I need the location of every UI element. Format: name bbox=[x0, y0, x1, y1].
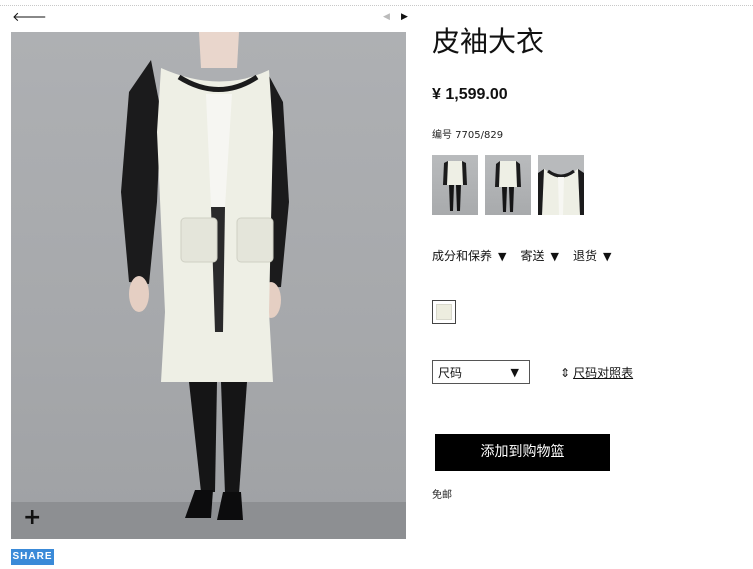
tab-returns[interactable]: 退货 ▼ bbox=[573, 247, 611, 264]
product-title: 皮袖大衣 bbox=[432, 25, 545, 58]
model-illustration bbox=[11, 32, 406, 539]
zoom-plus-icon[interactable]: + bbox=[23, 507, 41, 529]
product-photo[interactable]: + bbox=[11, 32, 406, 539]
shipping-note: 免邮 bbox=[432, 490, 452, 501]
dropdown-triangle-icon: ▼ bbox=[602, 250, 612, 263]
color-swatch[interactable] bbox=[432, 300, 456, 324]
dropdown-triangle-icon: ▼ bbox=[550, 250, 559, 263]
ruler-icon: ⇕ bbox=[560, 366, 571, 380]
product-price: ¥ 1,599.00 bbox=[432, 86, 508, 103]
tab-composition-care[interactable]: 成分和保养 ▼ bbox=[432, 247, 506, 264]
add-to-basket-button[interactable]: 添加到购物篮 bbox=[435, 434, 610, 471]
dropdown-triangle-icon: ▼ bbox=[498, 250, 507, 263]
share-button[interactable]: SHARE bbox=[11, 549, 54, 565]
thumbnail-back[interactable] bbox=[485, 155, 531, 215]
thumbnail-detail[interactable] bbox=[538, 155, 584, 215]
tab-shipping[interactable]: 寄送 ▼ bbox=[520, 247, 558, 264]
top-divider bbox=[0, 5, 753, 6]
chevron-down-icon: ▼ bbox=[510, 366, 519, 379]
previous-product-icon[interactable]: ◀ bbox=[383, 12, 390, 22]
thumbnail-front[interactable] bbox=[432, 155, 478, 215]
back-arrow-icon[interactable]: 🡐 bbox=[12, 11, 47, 24]
size-select[interactable]: 尺码 ▼ bbox=[432, 360, 530, 384]
size-select-value: 尺码 bbox=[438, 366, 463, 380]
thumbnail-strip bbox=[432, 155, 584, 215]
next-product-icon[interactable]: ▶ bbox=[401, 12, 408, 22]
size-chart-link[interactable]: ⇕ 尺码对照表 bbox=[560, 364, 633, 381]
product-reference: 编号 7705/829 bbox=[432, 130, 504, 141]
product-info-tabs: 成分和保养 ▼ 寄送 ▼ 退货 ▼ bbox=[432, 247, 611, 264]
